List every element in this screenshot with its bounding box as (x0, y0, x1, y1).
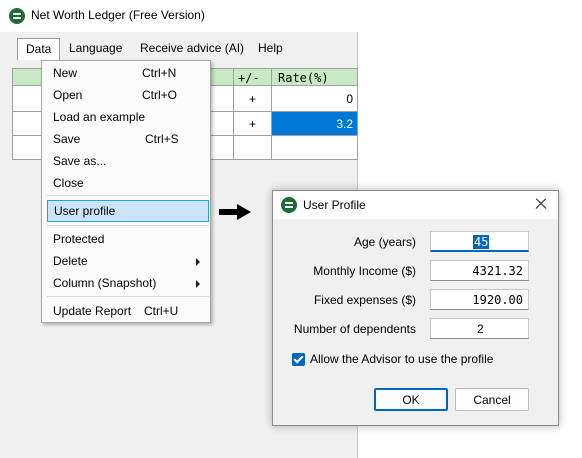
menu-separator (47, 195, 209, 196)
menu-item-user-profile[interactable]: User profile (47, 200, 209, 222)
grid-cell-sign[interactable] (234, 136, 272, 160)
grid-cell-sign[interactable]: + (234, 86, 272, 112)
user-profile-dialog: User Profile Age (years) 45 Monthly Inco… (272, 190, 559, 426)
menu-item-open[interactable]: Open Ctrl+O (42, 84, 210, 106)
submenu-arrow-icon (196, 280, 200, 288)
menu-item-close[interactable]: Close (42, 172, 210, 194)
grid-cell-sign[interactable]: + (234, 112, 272, 136)
menu-help[interactable]: Help (258, 41, 283, 55)
submenu-arrow-icon (196, 258, 200, 266)
menu-item-load-example[interactable]: Load an example (42, 106, 210, 128)
menu-item-delete[interactable]: Delete (42, 250, 210, 272)
window-title: Net Worth Ledger (Free Version) (31, 8, 205, 22)
menu-item-new[interactable]: New Ctrl+N (42, 62, 210, 84)
menu-separator (47, 296, 209, 297)
menu-data[interactable]: Data (17, 38, 60, 60)
dependents-label: Number of dependents (293, 322, 416, 336)
age-label: Age (years) (353, 235, 416, 249)
advisor-checkbox-label: Allow the Advisor to use the profile (310, 352, 494, 366)
grid-cell-rate[interactable]: 0 (272, 86, 358, 112)
monthly-income-field[interactable]: 4321.32 (430, 260, 529, 281)
dependents-field[interactable]: 2 (430, 318, 529, 339)
menu-bar: Data Language Receive advice (AI) Help (0, 37, 358, 61)
fixed-expenses-label: Fixed expenses ($) (313, 293, 416, 307)
age-field[interactable]: 45 (430, 231, 529, 252)
monthly-income-label: Monthly Income ($) (313, 264, 416, 278)
app-icon (9, 8, 25, 24)
app-icon (281, 197, 297, 213)
menu-receive-advice[interactable]: Receive advice (AI) (140, 41, 244, 55)
grid-header-rate: Rate(%) (272, 68, 358, 86)
menu-separator (47, 225, 209, 226)
close-icon[interactable] (532, 195, 550, 213)
dialog-title: User Profile (303, 198, 366, 212)
fixed-expenses-field[interactable]: 1920.00 (430, 289, 529, 310)
shortcut-label: Ctrl+O (142, 88, 178, 102)
grid-header-sign: +/- (234, 68, 272, 86)
menu-item-protected[interactable]: Protected (42, 228, 210, 250)
shortcut-label: Ctrl+U (144, 304, 179, 318)
menu-language[interactable]: Language (69, 41, 122, 55)
menu-item-column-snapshot[interactable]: Column (Snapshot) (42, 272, 210, 294)
dialog-title-bar: User Profile (273, 191, 558, 219)
shortcut-label: Ctrl+S (145, 132, 179, 146)
grid-cell-rate-selected[interactable]: 3.2 (272, 112, 358, 136)
menu-item-update-report[interactable]: Update Report Ctrl+U (42, 300, 210, 322)
title-bar: Net Worth Ledger (Free Version) (0, 0, 358, 32)
ok-button[interactable]: OK (374, 388, 448, 411)
grid-cell-rate[interactable] (272, 136, 358, 160)
pointer-arrow-icon (219, 204, 251, 220)
shortcut-label: Ctrl+N (142, 66, 177, 80)
advisor-checkbox[interactable] (292, 353, 305, 366)
menu-item-save-as[interactable]: Save as... (42, 150, 210, 172)
data-menu: New Ctrl+N Open Ctrl+O Load an example S… (41, 60, 211, 323)
cancel-button[interactable]: Cancel (455, 388, 529, 411)
menu-item-save[interactable]: Save Ctrl+S (42, 128, 210, 150)
